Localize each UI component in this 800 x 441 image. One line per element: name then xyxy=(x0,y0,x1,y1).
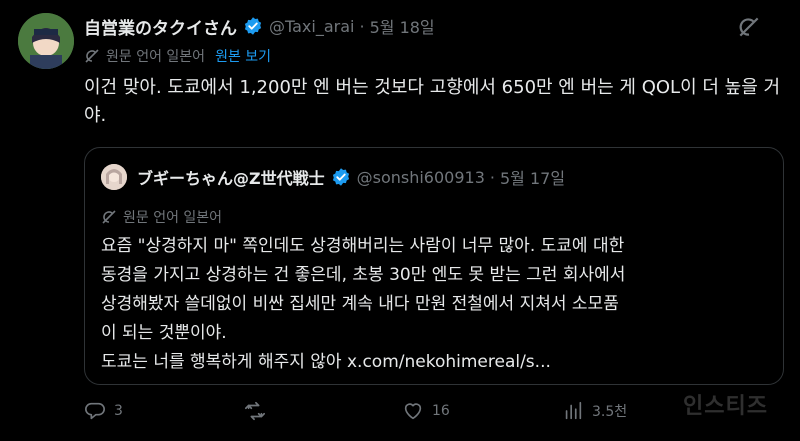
author-name[interactable]: 自営業のタクイさん xyxy=(84,14,237,39)
retweet-button[interactable] xyxy=(244,400,274,422)
tweet-actions: 3 16 3.5천 xyxy=(84,400,784,430)
verified-badge-icon xyxy=(243,16,263,36)
translate-label: 원문 언어 일본어 xyxy=(106,49,206,65)
separator-dot: · xyxy=(359,16,365,36)
translate-icon xyxy=(84,48,100,64)
reply-button[interactable]: 3 xyxy=(84,400,123,422)
quoted-tweet-date: 5월 17일 xyxy=(499,169,566,188)
view-count: 3.5천 xyxy=(592,404,628,420)
tweet-header: 自営業のタクイさん @Taxi_arai · 5월 18일 xyxy=(84,12,740,40)
views-icon xyxy=(565,401,582,420)
quoted-author-avatar xyxy=(101,164,127,190)
quoted-author-handle: @sonshi600913 xyxy=(356,167,485,187)
separator-dot: · xyxy=(489,167,495,187)
like-count: 16 xyxy=(432,403,450,419)
quoted-tweet-text: 요즘 "상경하지 마" 쪽인데도 상경해버리는 사람이 너무 많아. 도쿄에 대… xyxy=(101,236,626,372)
quoted-tweet-header: ブギーちゃん@Z世代戦士 @sonshi600913 · 5월 17일 xyxy=(101,164,565,190)
quoted-author-name: ブギーちゃん@Z世代戦士 xyxy=(137,169,325,188)
grok-icon[interactable] xyxy=(736,14,762,40)
like-icon xyxy=(404,403,422,420)
quoted-tweet[interactable]: ブギーちゃん@Z世代戦士 @sonshi600913 · 5월 17일 원문 언… xyxy=(84,147,784,385)
author-avatar[interactable] xyxy=(18,13,74,69)
retweet-icon xyxy=(245,401,265,421)
tweet-date[interactable]: 5월 18일 xyxy=(370,14,435,38)
like-button[interactable]: 16 xyxy=(402,400,450,422)
watermark-logo: 인스티즈 xyxy=(683,394,768,419)
views-button[interactable]: 3.5천 xyxy=(562,400,627,422)
quoted-translate-label: 원문 언어 일본어 xyxy=(123,210,223,226)
author-handle[interactable]: @Taxi_arai xyxy=(269,17,354,36)
quoted-translation-info: 원문 언어 일본어 xyxy=(101,207,222,227)
verified-badge-icon xyxy=(331,167,351,187)
translation-info: 원문 언어 일본어 원본 보기 xyxy=(84,46,271,66)
reply-count: 3 xyxy=(114,403,123,419)
translate-icon xyxy=(101,209,117,225)
view-original-link[interactable]: 원본 보기 xyxy=(215,46,271,66)
tweet-text: 이건 맞아. 도쿄에서 1,200만 엔 버는 것보다 고향에서 650만 엔 … xyxy=(84,77,781,126)
reply-icon xyxy=(85,402,105,420)
